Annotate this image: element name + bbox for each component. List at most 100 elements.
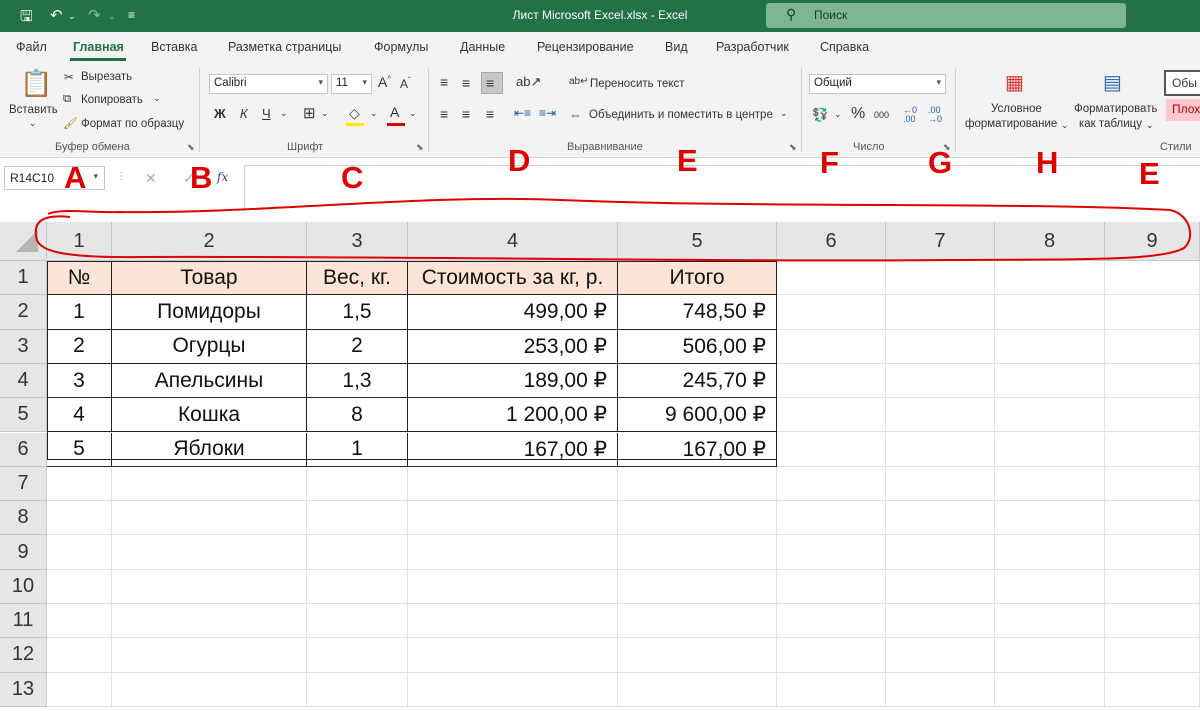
clipboard-launcher-icon[interactable]: ⬊ xyxy=(187,142,195,153)
paste-icon[interactable]: 📋 xyxy=(20,68,52,99)
empty-cell[interactable] xyxy=(408,672,618,707)
row-header[interactable]: 13 xyxy=(0,672,47,707)
column-header[interactable]: 3 xyxy=(307,222,408,261)
undo-dropdown-icon[interactable]: ⌄ xyxy=(68,11,76,22)
table-cell[interactable]: Яблоки xyxy=(112,432,307,467)
empty-cell[interactable] xyxy=(618,535,777,570)
empty-cell[interactable] xyxy=(47,501,112,536)
table-cell[interactable]: 2 xyxy=(47,329,112,364)
table-cell[interactable]: 1 xyxy=(47,295,112,330)
empty-cell[interactable] xyxy=(112,535,307,570)
column-header[interactable]: 9 xyxy=(1105,222,1200,261)
row-header[interactable]: 2 xyxy=(0,295,47,330)
empty-cell[interactable] xyxy=(777,638,886,673)
empty-cell[interactable] xyxy=(1105,466,1200,502)
table-cell[interactable]: 253,00 ₽ xyxy=(408,329,618,364)
thousands-button[interactable]: 000 xyxy=(874,110,889,120)
empty-cell[interactable] xyxy=(995,535,1105,570)
empty-cell[interactable] xyxy=(47,638,112,673)
table-cell[interactable]: 748,50 ₽ xyxy=(618,295,777,330)
empty-cell[interactable] xyxy=(886,398,995,433)
empty-cell[interactable] xyxy=(886,432,995,467)
borders-dropdown-icon[interactable]: ⌄ xyxy=(321,108,329,119)
align-right-icon[interactable]: ≡ xyxy=(486,106,494,122)
table-header-cell[interactable]: Вес, кг. xyxy=(307,261,408,296)
table-cell[interactable]: 167,00 ₽ xyxy=(618,432,777,467)
empty-cell[interactable] xyxy=(408,535,618,570)
empty-cell[interactable] xyxy=(886,535,995,570)
row-header[interactable]: 4 xyxy=(0,363,47,399)
table-cell[interactable]: 1,5 xyxy=(307,295,408,330)
orientation-icon[interactable]: ab↗ xyxy=(516,74,541,90)
currency-dropdown-icon[interactable]: ⌄ xyxy=(834,109,842,120)
increase-indent-icon[interactable]: ≡⇥ xyxy=(539,106,556,120)
empty-cell[interactable] xyxy=(1105,501,1200,536)
empty-cell[interactable] xyxy=(777,501,886,536)
empty-cell[interactable] xyxy=(777,672,886,707)
tab-developer[interactable]: Разработчик xyxy=(716,40,789,54)
row-header[interactable]: 1 xyxy=(0,261,47,296)
insert-function-icon[interactable]: fx xyxy=(217,170,228,184)
empty-cell[interactable] xyxy=(307,604,408,639)
table-header-cell[interactable]: № xyxy=(47,261,112,296)
empty-cell[interactable] xyxy=(618,569,777,604)
format-painter-icon[interactable]: 🖌 xyxy=(63,116,78,130)
copy-icon[interactable]: ⧉ xyxy=(63,93,71,106)
empty-cell[interactable] xyxy=(777,432,886,467)
empty-cell[interactable] xyxy=(995,329,1105,364)
empty-cell[interactable] xyxy=(307,672,408,707)
empty-cell[interactable] xyxy=(777,569,886,604)
select-all-corner[interactable] xyxy=(0,222,47,261)
font-launcher-icon[interactable]: ⬊ xyxy=(416,142,424,153)
italic-button[interactable]: К xyxy=(240,106,248,121)
empty-cell[interactable] xyxy=(995,672,1105,707)
column-header[interactable]: 5 xyxy=(618,222,777,261)
merge-center-button[interactable]: Объединить и поместить в центре xyxy=(589,109,773,121)
undo-icon[interactable]: ↶ xyxy=(50,6,63,24)
copy-dropdown-icon[interactable]: ⌄ xyxy=(153,93,161,104)
name-box[interactable]: R14C10 ▾ xyxy=(4,166,105,190)
empty-cell[interactable] xyxy=(408,569,618,604)
empty-cell[interactable] xyxy=(777,295,886,330)
font-color-dropdown-icon[interactable]: ⌄ xyxy=(409,108,417,119)
column-header[interactable]: 8 xyxy=(995,222,1105,261)
tab-page-layout[interactable]: Разметка страницы xyxy=(228,40,341,54)
percent-button[interactable]: % xyxy=(851,105,865,123)
table-cell[interactable]: 9 600,00 ₽ xyxy=(618,398,777,433)
tab-data[interactable]: Данные xyxy=(460,40,505,54)
table-dropdown-icon[interactable]: ⌄ xyxy=(1146,120,1154,131)
empty-cell[interactable] xyxy=(886,501,995,536)
empty-cell[interactable] xyxy=(112,466,307,502)
empty-cell[interactable] xyxy=(1105,535,1200,570)
font-color-icon[interactable]: A xyxy=(390,104,399,120)
empty-cell[interactable] xyxy=(307,569,408,604)
paste-button[interactable]: Вставить xyxy=(9,104,58,116)
empty-cell[interactable] xyxy=(777,466,886,502)
column-header[interactable]: 2 xyxy=(112,222,307,261)
empty-cell[interactable] xyxy=(777,535,886,570)
decrease-decimal-icon[interactable]: .00 →0 xyxy=(928,106,942,124)
conditional-formatting-label2[interactable]: форматирование xyxy=(965,118,1057,130)
fill-dropdown-icon[interactable]: ⌄ xyxy=(370,108,378,119)
empty-cell[interactable] xyxy=(995,569,1105,604)
paste-dropdown-icon[interactable]: ⌄ xyxy=(29,118,37,129)
wrap-text-icon[interactable]: ab↵ xyxy=(569,76,589,87)
table-cell[interactable]: 1 200,00 ₽ xyxy=(408,398,618,433)
decrease-font-icon[interactable]: Aˇ xyxy=(400,76,411,91)
tab-home[interactable]: Главная xyxy=(73,40,124,54)
column-header[interactable]: 6 xyxy=(777,222,886,261)
table-cell[interactable]: 245,70 ₽ xyxy=(618,363,777,399)
column-header[interactable]: 4 xyxy=(408,222,618,261)
empty-cell[interactable] xyxy=(1105,432,1200,467)
empty-cell[interactable] xyxy=(408,638,618,673)
empty-cell[interactable] xyxy=(777,604,886,639)
row-header[interactable]: 11 xyxy=(0,604,47,639)
table-cell[interactable]: 5 xyxy=(47,432,112,467)
tab-formulas[interactable]: Формулы xyxy=(374,40,428,54)
format-as-table-icon[interactable]: ▤ xyxy=(1103,70,1122,95)
empty-cell[interactable] xyxy=(1105,638,1200,673)
copy-button[interactable]: Копировать xyxy=(81,94,143,106)
table-cell[interactable]: 189,00 ₽ xyxy=(408,363,618,399)
currency-icon[interactable]: 💱 xyxy=(812,107,828,123)
alignment-launcher-icon[interactable]: ⬊ xyxy=(789,142,797,153)
